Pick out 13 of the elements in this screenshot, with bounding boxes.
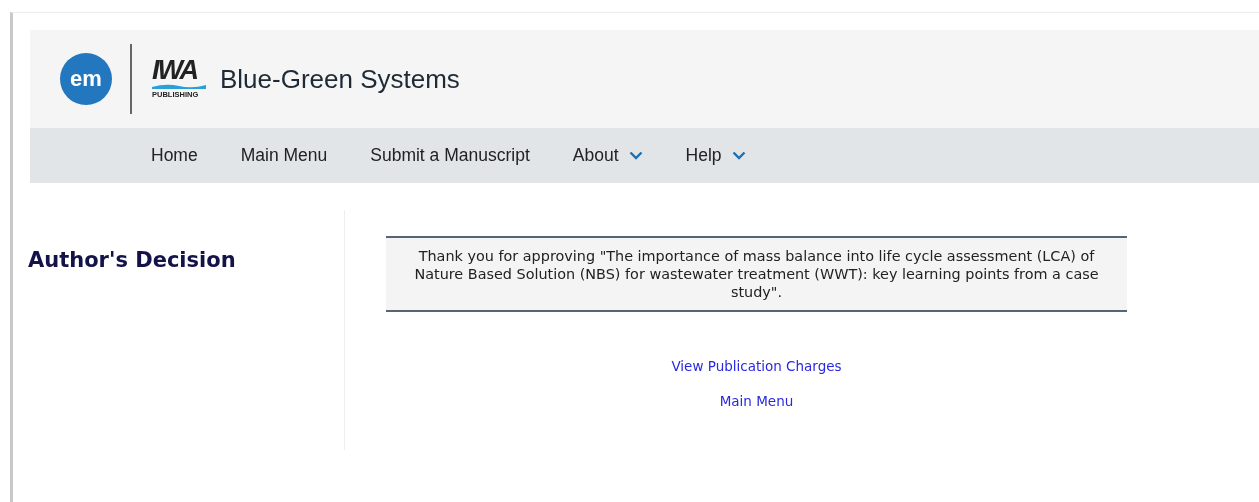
nav-link[interactable]: Submit a Manuscript <box>370 145 530 166</box>
text-link[interactable]: View Publication Charges <box>671 358 842 374</box>
nav-link[interactable]: Home <box>151 145 198 166</box>
chevron-down-icon <box>628 151 643 160</box>
chevron-down-icon <box>731 151 746 160</box>
nav-menu[interactable]: About <box>572 145 643 166</box>
nav-menu[interactable]: Help <box>685 145 746 166</box>
em-logo: em <box>60 53 112 105</box>
text-link[interactable]: Main Menu <box>719 393 794 409</box>
journal-title: Blue-Green Systems <box>220 63 460 95</box>
nav-link[interactable]: Main Menu <box>240 145 328 166</box>
confirmation-message: Thank you for approving "The importance of mass balance into life cycle assessment (LCA) of Nature Based Solution (NBS) for wastewater treatment (WWT): key learning points from a case study". <box>413 247 1100 301</box>
page-title: Author's Decision <box>28 248 237 272</box>
